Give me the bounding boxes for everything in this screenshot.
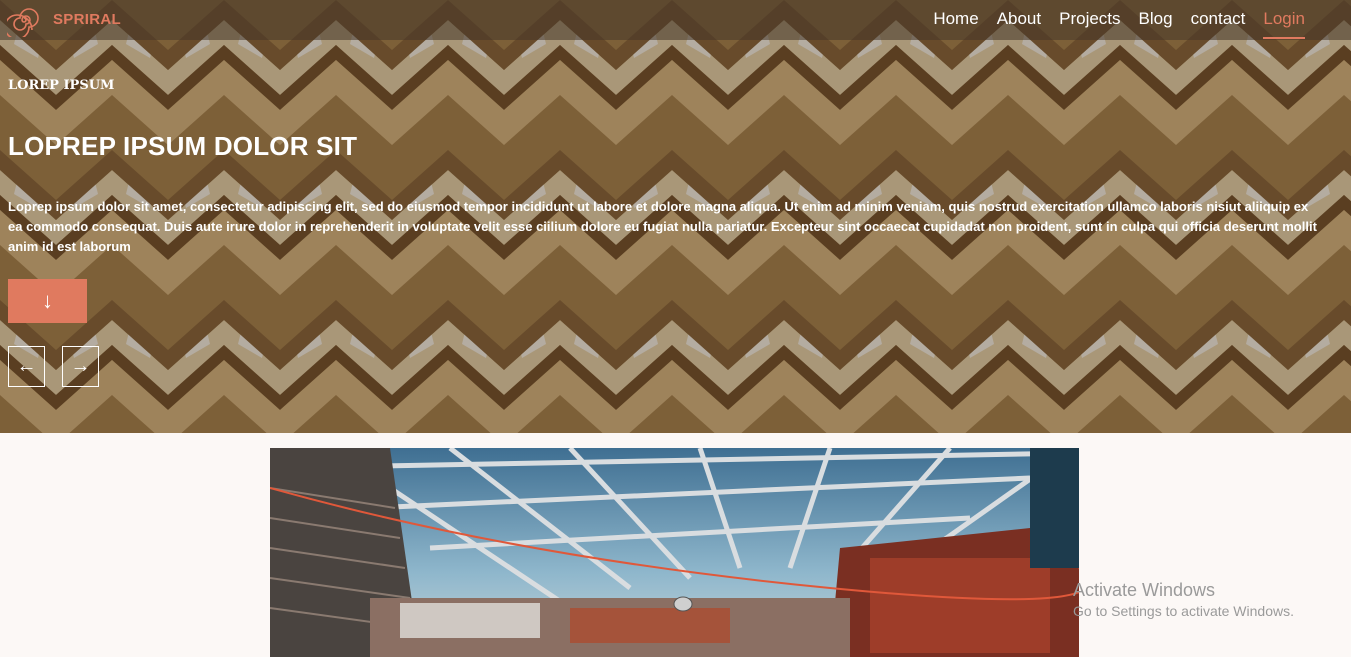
arrow-right-icon: → [70, 355, 91, 377]
watermark-title: Activate Windows [1073, 580, 1216, 600]
nav-blog[interactable]: Blog [1139, 8, 1173, 39]
brand-name[interactable]: SPRIRAL [53, 11, 121, 28]
nav-home[interactable]: Home [933, 8, 978, 39]
hero-description: Loprep ipsum dolor sit amet, consectetur… [8, 199, 1317, 254]
nav-about[interactable]: About [997, 8, 1041, 39]
arrow-down-icon: ↓ [42, 288, 53, 313]
arrow-left-icon: ← [16, 355, 37, 377]
spiral-icon[interactable] [7, 3, 41, 37]
nav-login[interactable]: Login [1263, 8, 1305, 39]
nav-projects[interactable]: Projects [1059, 8, 1120, 39]
architecture-image [270, 448, 1079, 657]
activate-windows-watermark: Activate Windows Go to Settings to activ… [1073, 580, 1294, 619]
scroll-down-button[interactable]: ↓ [8, 279, 87, 323]
nav-contact[interactable]: contact [1191, 8, 1246, 39]
watermark-subtitle: Go to Settings to activate Windows. [1073, 603, 1294, 619]
slider-next-button[interactable]: → [62, 346, 99, 387]
main-nav: Home About Projects Blog contact Login [933, 8, 1305, 39]
hero-banner: SPRIRAL Home About Projects Blog contact… [0, 0, 1351, 433]
project-photo [270, 448, 1079, 657]
slider-prev-button[interactable]: ← [8, 346, 45, 387]
hero-title: LOPREP IPSUM DOLOR SIT [8, 131, 358, 161]
top-navbar: SPRIRAL Home About Projects Blog contact… [0, 0, 1351, 40]
hero-eyebrow: LOREP IPSUM [8, 78, 115, 93]
